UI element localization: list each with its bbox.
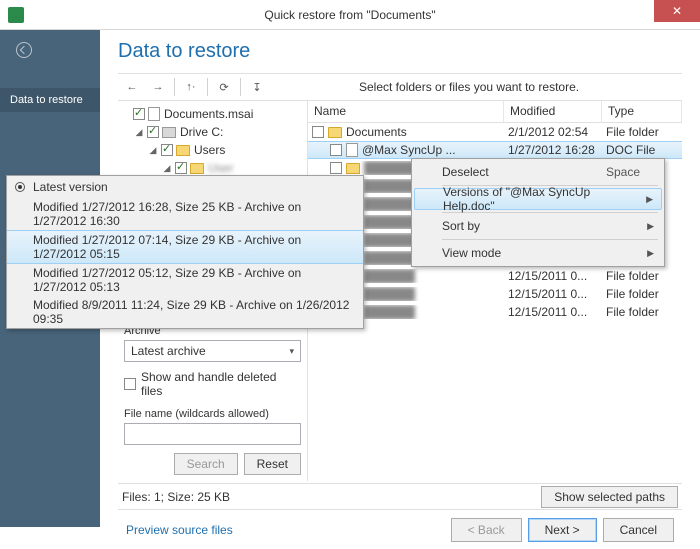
row-checkbox[interactable] (330, 162, 342, 174)
sidebar-step[interactable]: Data to restore (0, 88, 100, 112)
menu-separator (442, 239, 658, 240)
list-row[interactable]: ██████ 12/15/2011 0...File folder (308, 267, 682, 285)
folder-icon (346, 163, 360, 174)
reset-button[interactable]: Reset (244, 453, 301, 475)
col-modified[interactable]: Modified (504, 101, 602, 122)
chevron-right-icon: ▶ (647, 248, 654, 259)
tree-root[interactable]: Documents.msai (164, 107, 253, 121)
list-row[interactable]: Documents 2/1/2012 02:54File folder (308, 123, 682, 141)
row-modified: 12/15/2011 0... (504, 287, 602, 301)
row-type: File folder (602, 305, 682, 319)
row-modified: 1/27/2012 16:28 (504, 143, 602, 157)
row-type: File folder (602, 125, 682, 139)
folder-icon (176, 145, 190, 156)
row-checkbox[interactable] (330, 144, 342, 156)
archive-icon (148, 107, 160, 121)
list-row[interactable]: ██████ 12/15/2011 0...File folder (308, 303, 682, 321)
row-name: @Max SyncUp ... (362, 143, 456, 157)
filter-input[interactable] (124, 423, 301, 445)
row-type: File folder (602, 269, 682, 283)
titlebar: Quick restore from "Documents" ✕ (0, 0, 700, 30)
col-name[interactable]: Name (308, 101, 504, 122)
version-item[interactable]: Modified 1/27/2012 07:14, Size 29 KB - A… (7, 230, 363, 264)
row-name: ██████ (364, 251, 415, 265)
refresh-button[interactable]: ⟳ (212, 76, 236, 98)
chevron-down-icon: ▾ (289, 346, 294, 357)
radio-selected-icon (15, 182, 25, 192)
next-button[interactable]: Next > (528, 518, 597, 542)
ctx-versions[interactable]: Versions of "@Max SyncUp Help.doc"▶ (414, 188, 662, 210)
folder-icon (328, 127, 342, 138)
list-header[interactable]: Name Modified Type (308, 101, 682, 123)
list-row[interactable]: @Max SyncUp ... 1/27/2012 16:28DOC File (308, 141, 682, 159)
row-modified: 12/15/2011 0... (504, 305, 602, 319)
tree-user[interactable]: User (208, 161, 233, 175)
page-title: Data to restore (118, 40, 682, 63)
versions-header[interactable]: Latest version (33, 180, 108, 194)
versions-submenu[interactable]: Latest version Modified 1/27/2012 16:28,… (6, 175, 364, 329)
row-name: ██████ (364, 233, 415, 247)
back-button[interactable]: < Back (451, 518, 522, 542)
back-icon[interactable] (16, 42, 32, 58)
list-row[interactable]: ██████ 12/15/2011 0...File folder (308, 285, 682, 303)
tree-drive[interactable]: Drive C: (180, 125, 223, 139)
row-name: ██████ (364, 305, 415, 319)
filter-label: File name (wildcards allowed) (124, 408, 301, 420)
show-selected-paths-button[interactable]: Show selected paths (541, 486, 678, 508)
instruction-text: Select folders or files you want to rest… (359, 80, 579, 94)
row-name: Documents (346, 125, 407, 139)
file-icon (346, 143, 358, 157)
ctx-sort-by[interactable]: Sort by▶ (414, 215, 662, 237)
chevron-right-icon: ▶ (646, 194, 653, 205)
cancel-button[interactable]: Cancel (603, 518, 674, 542)
row-checkbox[interactable] (312, 126, 324, 138)
context-menu[interactable]: DeselectSpace Versions of "@Max SyncUp H… (411, 158, 665, 267)
tree-filter-button[interactable]: ↧ (245, 76, 269, 98)
col-type[interactable]: Type (602, 101, 682, 122)
nav-back-button[interactable]: ← (120, 76, 144, 98)
version-item[interactable]: Modified 8/9/2011 11:24, Size 29 KB - Ar… (7, 296, 363, 328)
row-name: ██████ (364, 269, 415, 283)
ctx-deselect[interactable]: DeselectSpace (414, 161, 662, 183)
row-name: ██████ (364, 179, 415, 193)
row-type: DOC File (602, 143, 682, 157)
row-modified: 12/15/2011 0... (504, 269, 602, 283)
row-type: File folder (602, 287, 682, 301)
preview-link[interactable]: Preview source files (126, 523, 233, 537)
row-name: ██████ (364, 215, 415, 229)
row-name: ██████ (364, 161, 415, 175)
tree-users[interactable]: Users (194, 143, 225, 157)
version-item[interactable]: Modified 1/27/2012 05:12, Size 29 KB - A… (7, 264, 363, 296)
close-button[interactable]: ✕ (654, 0, 700, 22)
archive-combo[interactable]: Latest archive▾ (124, 340, 301, 362)
version-item[interactable]: Modified 1/27/2012 16:28, Size 25 KB - A… (7, 198, 363, 230)
search-button[interactable]: Search (174, 453, 238, 475)
toolbar: ← → ↑· ⟳ ↧ Select folders or files you w… (118, 73, 682, 101)
row-modified: 2/1/2012 02:54 (504, 125, 602, 139)
chevron-right-icon: ▶ (647, 221, 654, 232)
nav-up-button[interactable]: ↑· (179, 76, 203, 98)
ctx-view-mode[interactable]: View mode▶ (414, 242, 662, 264)
status-text: Files: 1; Size: 25 KB (122, 490, 230, 504)
folder-icon (190, 163, 204, 174)
row-name: ██████ (364, 287, 415, 301)
show-deleted-checkbox[interactable]: Show and handle deleted files (124, 370, 301, 398)
row-name: ██████ (364, 197, 415, 211)
nav-forward-button[interactable]: → (146, 76, 170, 98)
disk-icon (162, 127, 176, 138)
window-title: Quick restore from "Documents" (0, 8, 700, 22)
